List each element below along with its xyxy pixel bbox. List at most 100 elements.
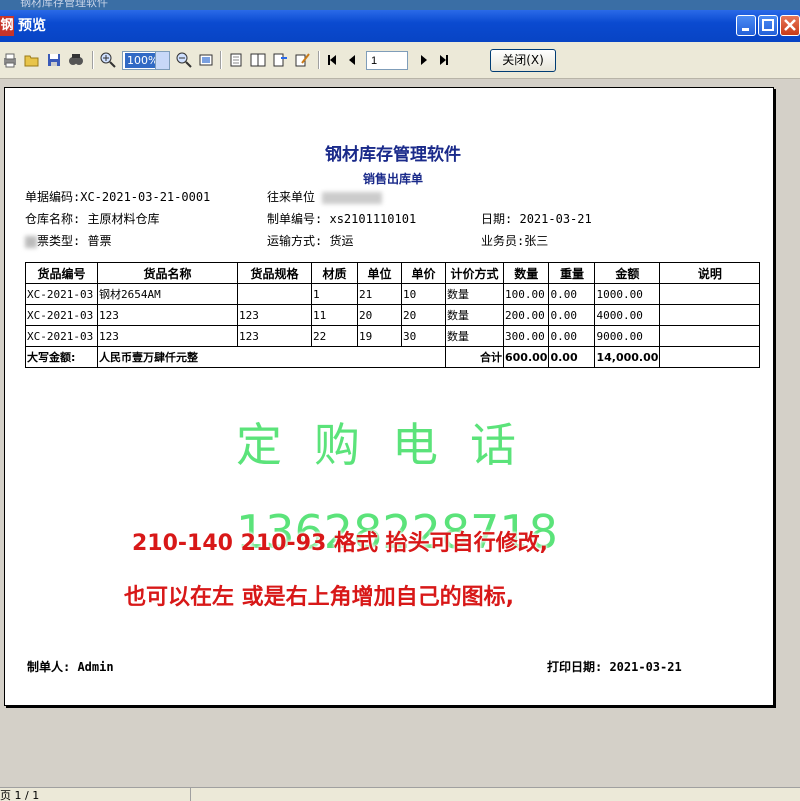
total-note <box>659 346 761 368</box>
toolbar-separator <box>318 51 320 69</box>
table-cell: 1000.00 <box>594 283 661 305</box>
table-cell: 9000.00 <box>594 325 661 347</box>
table-cell: 19 <box>357 325 402 347</box>
doc-no-label: 单据编码: <box>25 190 81 204</box>
table-cell: 200.00 <box>502 304 550 326</box>
close-window-button[interactable] <box>780 15 800 36</box>
zoom-select[interactable]: 100% <box>122 51 170 70</box>
clerk-label: 业务员: <box>481 234 525 248</box>
table-cell <box>659 283 761 305</box>
edit-icon[interactable] <box>294 52 310 68</box>
items-table: 货品编号 货品名称 货品规格 材质 单位 单价 计价方式 数量 重量 金额 说明 XC-2021-0… <box>25 262 761 368</box>
partner-field: 往来单位 <box>267 188 383 205</box>
toolbar-separator <box>92 51 94 69</box>
close-icon <box>784 19 796 31</box>
print-icon[interactable] <box>2 52 18 68</box>
zoom-out-icon[interactable] <box>176 52 192 68</box>
table-header-cell: 重量 <box>548 262 596 284</box>
document-page: 钢材库存管理软件 销售出库单 单据编码:XC-2021-03-21-0001 往… <box>4 87 774 706</box>
table-cell: 123 <box>97 325 238 347</box>
total-label: 大写金额: <box>25 346 98 368</box>
table-header-cell: 单价 <box>401 262 446 284</box>
transport-label: 运输方式: <box>267 234 323 248</box>
warehouse-field: 仓库名称: 主原材料仓库 <box>25 210 159 227</box>
first-page-icon[interactable] <box>324 52 340 68</box>
table-row: XC-2021-03 123 123 22 19 30 数量 300.00 0.00 9000.0… <box>25 325 761 347</box>
table-header-row: 货品编号 货品名称 货品规格 材质 单位 单价 计价方式 数量 重量 金额 说明 <box>25 262 761 284</box>
date-field: 日期: 2021-03-21 <box>481 210 592 227</box>
table-row: XC-2021-03 123 123 11 20 20 数量 200.00 0.00 4000.0… <box>25 304 761 326</box>
close-preview-button[interactable]: 关闭(X) <box>490 49 556 72</box>
open-folder-icon[interactable] <box>24 52 40 68</box>
date-value: 2021-03-21 <box>519 212 592 226</box>
table-header-cell: 金额 <box>594 262 661 284</box>
table-cell: 20 <box>357 304 402 326</box>
table-header-cell: 计价方式 <box>445 262 504 284</box>
order-no-label: 制单编号: <box>267 212 323 226</box>
previous-page-icon[interactable] <box>344 52 360 68</box>
promo-note-1: 210-140 210-93 格式 抬头可自行修改, <box>132 531 548 556</box>
table-cell: 30 <box>401 325 446 347</box>
total-in-words: 人民币壹万肆仟元整 <box>97 346 446 368</box>
fit-page-icon[interactable] <box>198 52 214 68</box>
promo-note-2: 也可以在左 或是右上角增加自己的图标, <box>124 585 515 610</box>
total-amount: 14,000.00 <box>594 346 661 368</box>
preview-area[interactable]: 钢材库存管理软件 销售出库单 单据编码:XC-2021-03-21-0001 往… <box>0 79 800 787</box>
table-cell <box>659 304 761 326</box>
table-cell: 1 <box>311 283 358 305</box>
next-page-icon[interactable] <box>416 52 432 68</box>
table-cell: 数量 <box>445 325 504 347</box>
zoom-in-icon[interactable] <box>100 52 116 68</box>
maximize-button[interactable] <box>758 15 778 36</box>
app-icon: 钢 <box>0 16 14 36</box>
preview-toolbar: 100% 关闭(X) <box>0 42 800 79</box>
multi-page-icon[interactable] <box>250 52 266 68</box>
table-cell: 100.00 <box>502 283 550 305</box>
table-header-cell: 单位 <box>357 262 402 284</box>
table-cell: 300.00 <box>502 325 550 347</box>
maximize-icon <box>762 19 774 31</box>
table-cell: 钢材2654AM <box>97 283 238 305</box>
invoice-value: 普票 <box>87 234 112 248</box>
chevron-down-icon[interactable] <box>155 52 169 69</box>
table-cell: 数量 <box>445 283 504 305</box>
status-bar: 页 1 / 1 <box>0 787 800 801</box>
partner-value-redacted <box>322 191 383 204</box>
document-subtitle: 销售出库单 <box>362 172 423 186</box>
invoice-label-redacted <box>25 235 37 248</box>
table-cell: 0.00 <box>548 283 596 305</box>
last-page-icon[interactable] <box>436 52 452 68</box>
table-header-cell: 数量 <box>502 262 550 284</box>
table-total-row: 大写金额: 人民币壹万肆仟元整 合计 600.00 0.00 14,000.00 <box>25 346 761 368</box>
order-no-field: 制单编号: xs2101110101 <box>267 210 416 227</box>
table-cell: 0.00 <box>548 325 596 347</box>
single-page-icon[interactable] <box>228 52 244 68</box>
table-cell: 4000.00 <box>594 304 661 326</box>
table-cell: XC-2021-03 <box>25 304 98 326</box>
find-icon[interactable] <box>68 52 84 68</box>
doc-no-field: 单据编码:XC-2021-03-21-0001 <box>25 188 210 205</box>
table-cell <box>237 283 312 305</box>
partner-label: 往来单位 <box>267 190 316 204</box>
sum-label: 合计 <box>445 346 504 368</box>
table-header-cell: 货品编号 <box>25 262 98 284</box>
table-cell: 123 <box>97 304 238 326</box>
print-date-footer: 打印日期: 2021-03-21 <box>547 660 682 674</box>
warehouse-value: 主原材料仓库 <box>87 212 160 226</box>
save-icon[interactable] <box>46 52 62 68</box>
title-bar: 钢 预览 <box>0 10 800 42</box>
page-info: 页 1 / 1 <box>0 789 40 801</box>
table-header-cell: 材质 <box>311 262 358 284</box>
page-number-input[interactable] <box>366 51 408 70</box>
toolbar-separator <box>220 51 222 69</box>
page-setup-icon[interactable] <box>272 52 288 68</box>
minimize-button[interactable] <box>736 15 756 36</box>
table-cell: 数量 <box>445 304 504 326</box>
window-title: 预览 <box>18 18 46 34</box>
table-cell: XC-2021-03 <box>25 283 98 305</box>
table-header-cell: 说明 <box>659 262 761 284</box>
table-cell: 11 <box>311 304 358 326</box>
table-cell: 21 <box>357 283 402 305</box>
table-cell: 10 <box>401 283 446 305</box>
doc-no-value: XC-2021-03-21-0001 <box>80 190 211 204</box>
